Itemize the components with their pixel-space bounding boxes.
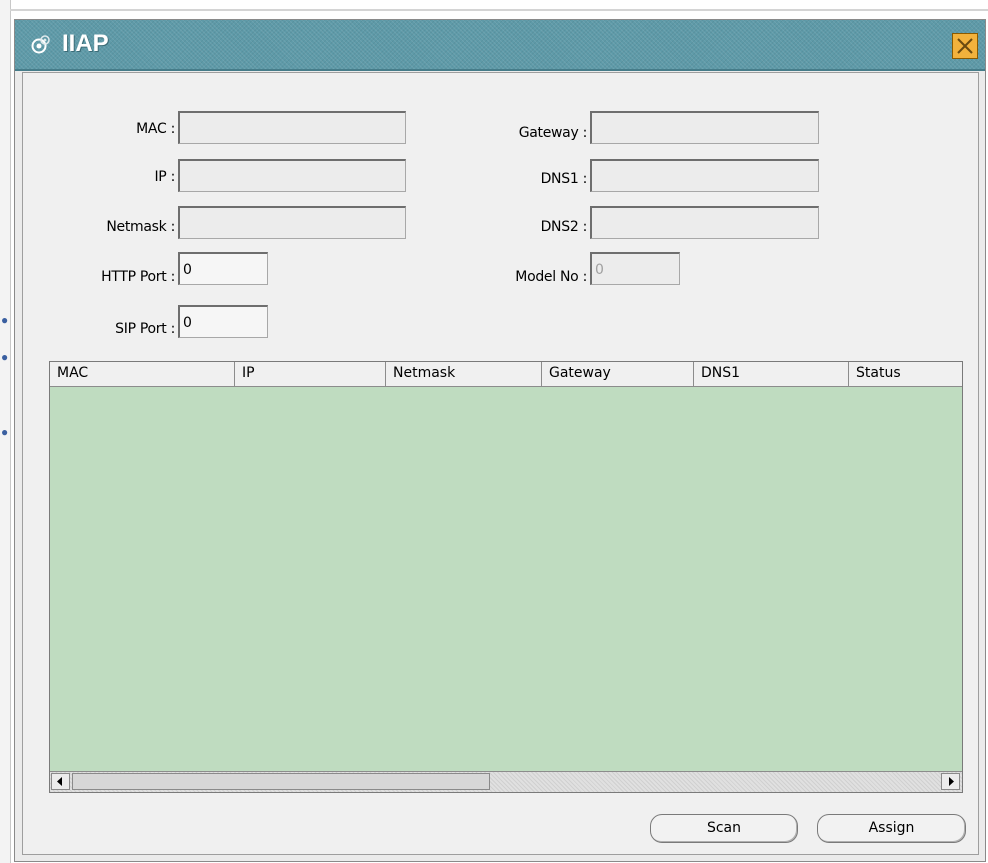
column-header-gateway[interactable]: Gateway [542, 362, 694, 386]
scroll-left-button[interactable] [51, 773, 70, 790]
title-bar[interactable]: IIAP [15, 20, 985, 71]
mac-label: MAC : [136, 121, 175, 137]
scrollbar-thumb[interactable] [72, 773, 490, 790]
http-port-label: HTTP Port : [101, 269, 175, 285]
dns2-label: DNS2 : [540, 219, 588, 235]
ip-label: IP : [154, 169, 175, 185]
model-no-field [590, 252, 680, 285]
scan-button[interactable]: Scan [650, 814, 798, 843]
netmask-field[interactable] [178, 206, 406, 239]
dns1-field[interactable] [590, 159, 819, 192]
window-title: IIAP [62, 30, 109, 57]
table-header: MAC IP Netmask Gateway DNS1 Status [50, 362, 962, 387]
column-header-dns1[interactable]: DNS1 [694, 362, 849, 386]
column-header-mac[interactable]: MAC [50, 362, 235, 386]
arrow-right-icon [949, 777, 954, 786]
gateway-label: Gateway : [518, 125, 588, 141]
background-glyph: ● [1, 425, 9, 439]
mac-field[interactable] [178, 111, 406, 144]
assign-button[interactable]: Assign [817, 814, 966, 843]
column-header-ip[interactable]: IP [235, 362, 386, 386]
netmask-label: Netmask : [106, 219, 175, 235]
scroll-right-button[interactable] [941, 773, 960, 790]
iiap-dialog: IIAP MAC : IP : Netmask : HTTP Port : SI… [14, 19, 986, 862]
column-header-status[interactable]: Status [849, 362, 962, 386]
dns2-field[interactable] [590, 206, 819, 239]
device-table[interactable]: MAC IP Netmask Gateway DNS1 Status [49, 361, 963, 793]
column-header-netmask[interactable]: Netmask [386, 362, 542, 386]
gateway-field[interactable] [590, 111, 819, 144]
http-port-field[interactable] [178, 252, 268, 285]
dns1-label: DNS1 : [540, 171, 588, 187]
close-icon [957, 38, 973, 54]
arrow-left-icon [57, 777, 62, 786]
background-window-edge: ● ● ● [0, 0, 11, 863]
model-no-label: Model No : [515, 269, 587, 285]
ip-field[interactable] [178, 159, 406, 192]
horizontal-scrollbar[interactable] [50, 771, 962, 792]
sip-port-label: SIP Port : [115, 321, 175, 337]
close-button[interactable] [952, 33, 978, 59]
dialog-content: MAC : IP : Netmask : HTTP Port : SIP Por… [22, 72, 979, 855]
background-glyph: ● [1, 313, 9, 327]
gear-icon [31, 35, 51, 55]
background-divider [10, 9, 988, 11]
background-glyph: ● [1, 350, 9, 364]
sip-port-field[interactable] [178, 305, 268, 338]
